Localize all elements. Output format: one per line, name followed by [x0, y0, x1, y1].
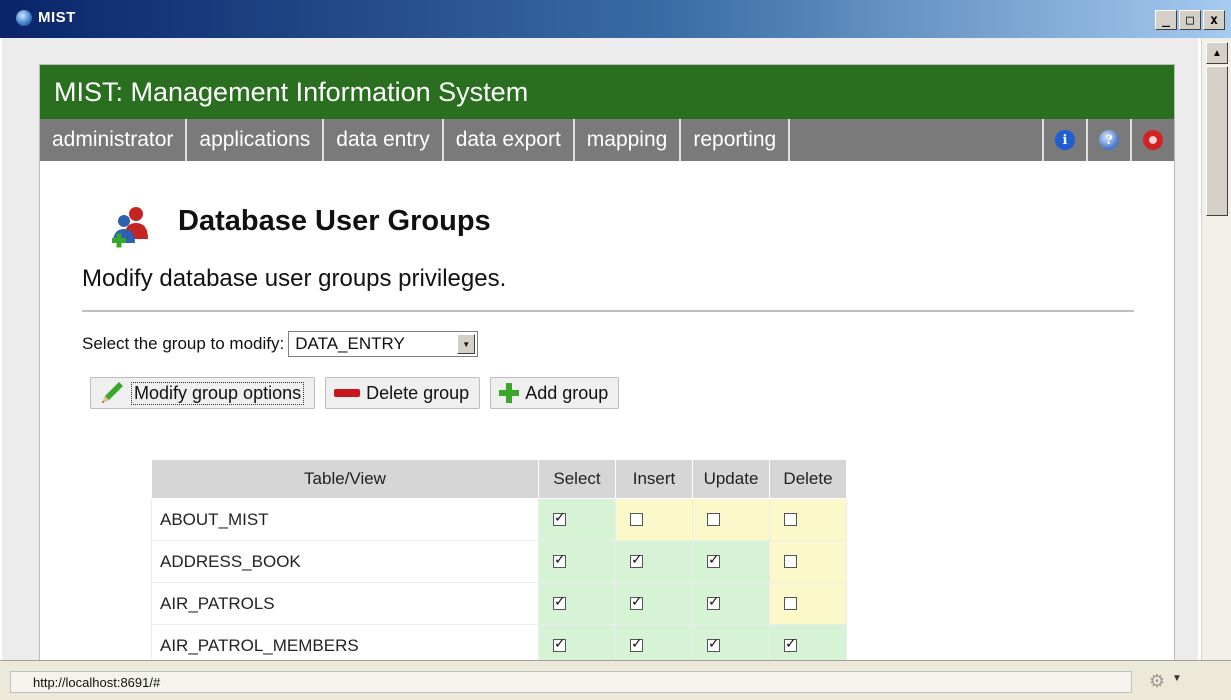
chevron-down-icon[interactable]: ▼	[457, 334, 476, 354]
select-checkbox[interactable]	[553, 552, 566, 568]
close-button[interactable]: x	[1203, 10, 1225, 30]
table-name-cell: AIR_PATROL_MEMBERS	[151, 624, 539, 660]
select-checkbox[interactable]	[553, 510, 566, 526]
table-header-row: Table/View Select Insert Update Delete	[151, 459, 847, 499]
update-checkbox[interactable]	[707, 594, 720, 610]
scroll-up-arrow[interactable]: ▲	[1206, 42, 1228, 64]
exit-button[interactable]	[1130, 119, 1174, 161]
delete-permission-cell	[769, 498, 847, 541]
info-icon: i	[1055, 130, 1075, 150]
insert-permission-cell	[615, 498, 693, 541]
add-group-label: Add group	[525, 382, 609, 403]
group-select-row: Select the group to modify: DATA_ENTRY ▼	[82, 331, 479, 357]
select-checkbox[interactable]	[553, 594, 566, 610]
table-row: ABOUT_MIST	[151, 498, 847, 541]
delete-permission-cell	[769, 540, 847, 583]
maximize-button[interactable]: □	[1179, 10, 1201, 30]
gear-icon[interactable]: ⚙	[1146, 671, 1168, 693]
nav-administrator[interactable]: administrator	[40, 119, 188, 161]
table-name-cell: AIR_PATROLS	[151, 582, 539, 625]
update-checkbox[interactable]	[707, 552, 720, 568]
select-permission-cell	[538, 540, 616, 583]
table-name-cell: ABOUT_MIST	[151, 498, 539, 541]
delete-checkbox[interactable]	[784, 597, 797, 610]
insert-checkbox[interactable]	[630, 636, 643, 652]
browser-viewport: MIST: Management Information System admi…	[0, 38, 1231, 660]
delete-permission-cell	[769, 624, 847, 660]
update-checkbox[interactable]	[707, 513, 720, 526]
insert-checkbox[interactable]	[630, 513, 643, 526]
col-header-table: Table/View	[151, 459, 539, 499]
delete-group-label: Delete group	[366, 382, 470, 403]
insert-permission-cell	[615, 540, 693, 583]
group-select[interactable]: DATA_ENTRY ▼	[288, 331, 479, 357]
main-nav: administrator applications data entry da…	[40, 119, 1174, 161]
help-button[interactable]: ?	[1086, 119, 1130, 161]
select-permission-cell	[538, 582, 616, 625]
update-permission-cell	[692, 498, 770, 541]
app-icon	[16, 10, 32, 26]
pencil-icon	[102, 382, 123, 403]
col-header-insert: Insert	[615, 459, 693, 499]
select-permission-cell	[538, 498, 616, 541]
divider	[82, 310, 1134, 312]
nav-data-entry[interactable]: data entry	[324, 119, 444, 161]
col-header-select: Select	[538, 459, 616, 499]
table-row: AIR_PATROL_MEMBERS	[151, 624, 847, 660]
plus-icon	[499, 383, 520, 403]
mist-app: MIST: Management Information System admi…	[39, 64, 1175, 660]
exit-icon	[1143, 130, 1163, 150]
update-permission-cell	[692, 540, 770, 583]
delete-checkbox[interactable]	[784, 636, 797, 652]
window-controls: _ □ x	[1155, 10, 1225, 30]
info-button[interactable]: i	[1042, 119, 1086, 161]
delete-permission-cell	[769, 582, 847, 625]
page-background: MIST: Management Information System admi…	[2, 38, 1198, 660]
user-group-icon	[112, 207, 148, 248]
add-group-button[interactable]: Add group	[490, 377, 620, 409]
vertical-scrollbar[interactable]: ▲	[1201, 38, 1231, 660]
nav-reporting[interactable]: reporting	[681, 119, 791, 161]
nav-mapping[interactable]: mapping	[575, 119, 682, 161]
status-bar: http://localhost:8691/# ⚙ ▼	[0, 660, 1231, 700]
update-permission-cell	[692, 624, 770, 660]
col-header-update: Update	[692, 459, 770, 499]
scroll-thumb[interactable]	[1206, 66, 1228, 216]
modify-group-label: Modify group options	[131, 381, 305, 405]
delete-group-button[interactable]: Delete group	[325, 377, 481, 409]
minus-icon	[334, 389, 361, 397]
select-permission-cell	[538, 624, 616, 660]
help-icon: ?	[1099, 130, 1119, 150]
chevron-down-icon[interactable]: ▼	[1172, 673, 1182, 684]
update-permission-cell	[692, 582, 770, 625]
insert-checkbox[interactable]	[630, 552, 643, 568]
group-select-value: DATA_ENTRY	[295, 334, 405, 353]
group-select-label: Select the group to modify:	[82, 334, 285, 353]
table-row: ADDRESS_BOOK	[151, 540, 847, 583]
insert-permission-cell	[615, 624, 693, 660]
window-titlebar: MIST _ □ x	[0, 0, 1231, 38]
table-name-cell: ADDRESS_BOOK	[151, 540, 539, 583]
status-url: http://localhost:8691/#	[10, 671, 1132, 693]
table-body: ABOUT_MISTADDRESS_BOOKAIR_PATROLSAIR_PAT…	[151, 498, 847, 660]
nav-applications[interactable]: applications	[187, 119, 325, 161]
insert-checkbox[interactable]	[630, 594, 643, 610]
select-checkbox[interactable]	[553, 636, 566, 652]
window-title: MIST	[38, 9, 76, 26]
page-title: Database User Groups	[178, 205, 491, 237]
group-actions: Modify group options Delete group Add gr…	[90, 377, 620, 409]
privileges-table: Table/View Select Insert Update Delete A…	[151, 459, 847, 660]
insert-permission-cell	[615, 582, 693, 625]
nav-data-export[interactable]: data export	[444, 119, 575, 161]
col-header-delete: Delete	[769, 459, 847, 499]
app-header: MIST: Management Information System	[40, 65, 1174, 119]
table-row: AIR_PATROLS	[151, 582, 847, 625]
delete-checkbox[interactable]	[784, 513, 797, 526]
update-checkbox[interactable]	[707, 636, 720, 652]
delete-checkbox[interactable]	[784, 555, 797, 568]
page-subtitle: Modify database user groups privileges.	[82, 265, 507, 292]
minimize-button[interactable]: _	[1155, 10, 1177, 30]
modify-group-button[interactable]: Modify group options	[90, 377, 316, 409]
nav-icon-group: i ?	[1042, 119, 1174, 161]
